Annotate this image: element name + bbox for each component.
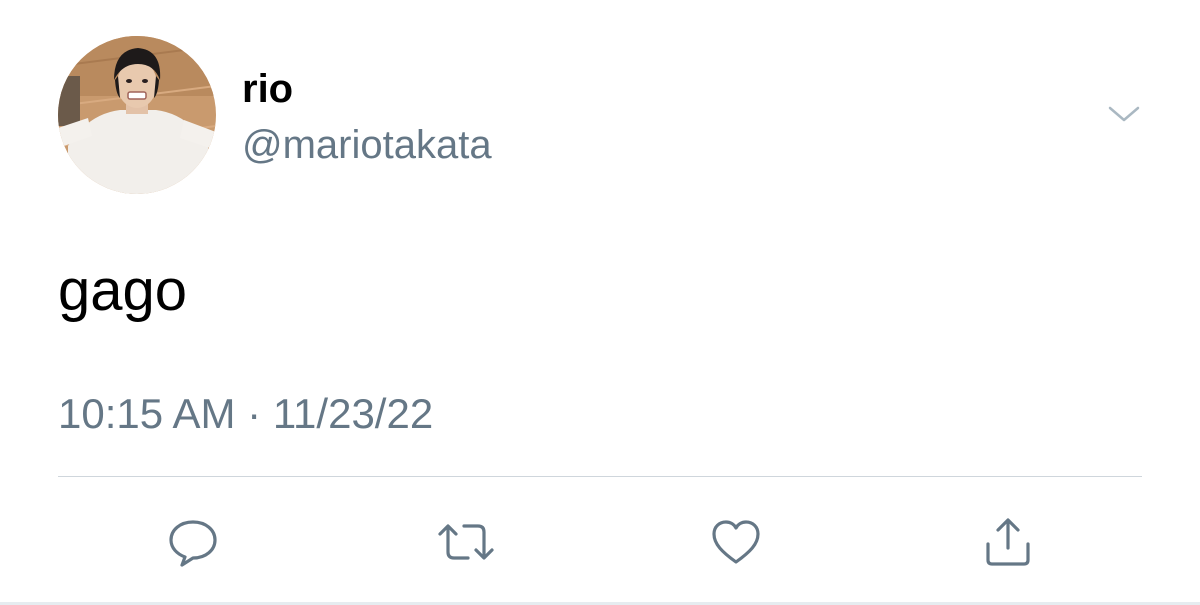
divider [58,476,1142,477]
profile-photo [58,36,216,194]
tweet-card: rio @mariotakata gago 10:15 AM · 11/23/2… [0,0,1200,605]
tweet-menu-button[interactable] [1106,102,1142,126]
display-name[interactable]: rio [242,66,293,112]
tweet-timestamp[interactable]: 10:15 AM · 11/23/22 [58,390,433,438]
avatar[interactable] [58,36,216,194]
speech-bubble-icon [169,520,217,567]
like-button[interactable] [704,510,768,574]
heart-icon [712,520,760,564]
reply-button[interactable] [161,510,225,574]
retweet-button[interactable] [434,510,498,574]
share-button[interactable] [976,510,1040,574]
tweet-text: gago [58,258,188,323]
share-upload-icon [986,518,1030,566]
meta-separator: · [247,390,262,437]
retweet-arrows-icon [438,524,494,560]
tweet-time: 10:15 AM [58,390,236,437]
chevron-down-icon [1108,106,1140,122]
tweet-date: 11/23/22 [272,390,434,437]
action-bar [0,510,1200,574]
user-handle[interactable]: @mariotakata [242,122,492,168]
